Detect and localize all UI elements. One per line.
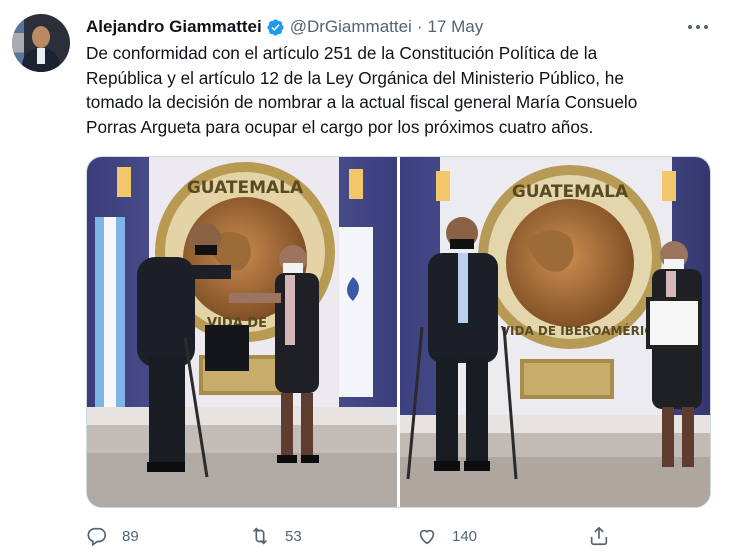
author-avatar[interactable] xyxy=(12,14,70,72)
verified-badge-icon xyxy=(267,18,284,36)
tweet: Alejandro Giammattei @DrGiammattei · 17 … xyxy=(0,0,736,557)
tweet-text-line: De conformidad con el artículo 251 de la… xyxy=(86,43,598,63)
tweet-text-line: Porras Argueta para ocupar el cargo por … xyxy=(86,116,594,137)
photo-standing[interactable]: GUATEMALA CO VIDA DE IBEROAMÉRICA xyxy=(400,157,710,507)
heart-icon xyxy=(419,529,435,545)
seal-text: GUATEMALA xyxy=(512,182,629,202)
more-options-icon[interactable] xyxy=(688,18,708,36)
photo-handshake-image: GUATEMALA VIDA DE xyxy=(87,157,397,507)
share-button[interactable] xyxy=(588,520,610,552)
like-count: 140 xyxy=(452,527,478,545)
author-handle[interactable]: @DrGiammattei xyxy=(290,17,412,37)
tweet-header: Alejandro Giammattei @DrGiammattei · 17 … xyxy=(86,16,483,38)
photo-handshake[interactable]: GUATEMALA VIDA DE xyxy=(87,157,397,507)
photo-standing-image: GUATEMALA CO VIDA DE IBEROAMÉRICA xyxy=(400,157,710,507)
retweet-count: 53 xyxy=(285,527,302,545)
tweet-text: De conformidad con el artículo 251 de la… xyxy=(86,41,706,139)
tweet-text-line: República y el artículo 12 de la Ley Org… xyxy=(86,67,624,88)
tweet-media: GUATEMALA VIDA DE GUATEMALA CO VIDA DE I… xyxy=(86,156,711,508)
header-separator: · xyxy=(416,17,423,36)
reply-button[interactable]: 89 xyxy=(86,520,139,552)
author-name[interactable]: Alejandro Giammattei xyxy=(86,17,262,37)
tweet-date[interactable]: 17 May xyxy=(428,17,484,37)
retweet-button[interactable]: 53 xyxy=(249,520,302,552)
reply-icon xyxy=(87,527,107,547)
tweet-text-line: tomado la decisión de nombrar a la actua… xyxy=(86,92,638,112)
like-button[interactable]: 140 xyxy=(416,520,477,552)
reply-count: 89 xyxy=(122,527,139,545)
tweet-actions: 89 53 140 xyxy=(86,520,626,552)
seal-text: GUATEMALA xyxy=(187,178,304,198)
retweet-icon xyxy=(252,527,268,545)
share-icon xyxy=(590,526,608,546)
